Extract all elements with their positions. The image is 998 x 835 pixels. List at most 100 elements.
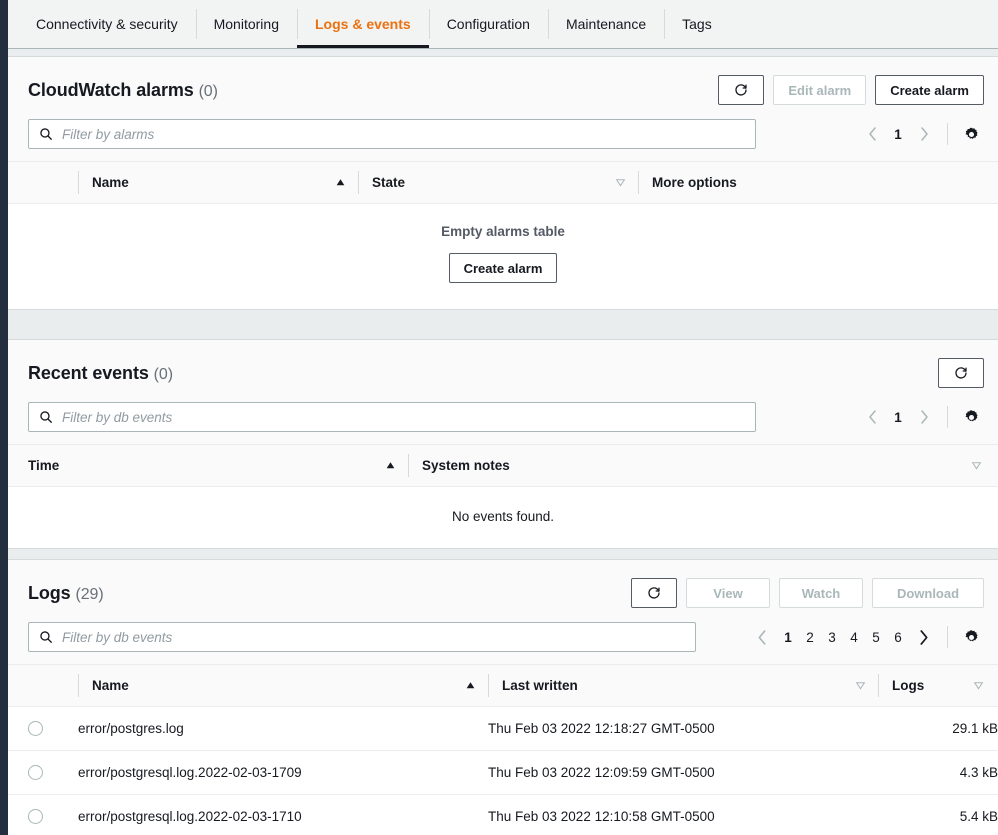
tab-monitoring[interactable]: Monitoring [196, 0, 297, 48]
logs-select-header [8, 665, 78, 707]
sort-ascending-icon [465, 680, 476, 691]
alarms-table: Name State [8, 161, 998, 204]
log-select-radio[interactable] [28, 765, 43, 780]
logs-title: Logs (29) [28, 583, 104, 604]
table-row[interactable]: error/postgresql.log.2022-02-03-1710Thu … [8, 795, 998, 835]
alarms-empty-create-button[interactable]: Create alarm [449, 253, 558, 283]
tab-logs-events[interactable]: Logs & events [297, 0, 429, 48]
alarms-refresh-button[interactable] [718, 75, 764, 105]
log-row-select-cell [8, 795, 78, 835]
logs-filter-input[interactable] [62, 630, 695, 645]
alarms-prev-page-button[interactable] [859, 120, 885, 148]
tab-bar-divider [8, 48, 998, 49]
logs-actions: View Watch Download [631, 578, 984, 608]
table-row[interactable]: error/postgres.logThu Feb 03 2022 12:18:… [8, 707, 998, 751]
events-header: Recent events (0) [8, 340, 998, 392]
logs-page-6[interactable]: 6 [887, 623, 909, 651]
sort-descending-icon [973, 680, 984, 691]
logs-col-name[interactable]: Name [78, 665, 488, 707]
chevron-left-icon [868, 410, 877, 424]
events-page-1[interactable]: 1 [887, 403, 909, 431]
logs-page-4[interactable]: 4 [843, 623, 865, 651]
tab-connectivity-security[interactable]: Connectivity & security [18, 0, 196, 48]
logs-next-page-button[interactable] [911, 623, 937, 651]
alarms-col-name-label: Name [92, 175, 129, 190]
log-name-cell: error/postgresql.log.2022-02-03-1710 [78, 795, 488, 835]
edit-alarm-button[interactable]: Edit alarm [773, 75, 866, 105]
logs-count: (29) [76, 586, 104, 603]
events-col-system-notes[interactable]: System notes [408, 445, 998, 487]
events-actions [938, 358, 984, 388]
chevron-right-icon [920, 127, 929, 141]
refresh-icon [646, 585, 662, 601]
alarms-col-name[interactable]: Name [78, 162, 358, 204]
logs-view-button[interactable]: View [686, 578, 770, 608]
gear-icon [963, 409, 980, 426]
alarms-col-state[interactable]: State [358, 162, 638, 204]
logs-refresh-button[interactable] [631, 578, 677, 608]
alarms-select-header [8, 162, 78, 204]
log-last-written-cell: Thu Feb 03 2022 12:18:27 GMT-0500 [488, 707, 878, 751]
alarms-pagination: 1 [859, 120, 984, 148]
sort-descending-icon [971, 460, 982, 471]
alarms-page-1[interactable]: 1 [887, 120, 909, 148]
refresh-icon [953, 365, 969, 381]
logs-download-button[interactable]: Download [872, 578, 984, 608]
alarms-col-state-label: State [372, 175, 405, 190]
events-col-time[interactable]: Time [8, 445, 408, 487]
logs-watch-button[interactable]: Watch [779, 578, 863, 608]
search-icon [39, 410, 53, 424]
alarms-filter-input[interactable] [62, 127, 755, 142]
search-icon [39, 127, 53, 141]
alarms-empty-title: Empty alarms table [8, 224, 998, 239]
logs-title-text: Logs [28, 583, 71, 603]
logs-page-1[interactable]: 1 [777, 623, 799, 651]
logs-table-header-row: Name Last written [8, 665, 998, 707]
alarms-next-page-button[interactable] [911, 120, 937, 148]
alarms-col-more-options[interactable]: More options [638, 162, 998, 204]
log-select-radio[interactable] [28, 809, 43, 824]
tab-maintenance[interactable]: Maintenance [548, 0, 664, 48]
tab-configuration[interactable]: Configuration [429, 0, 548, 48]
chevron-left-icon [868, 127, 877, 141]
alarms-title: CloudWatch alarms (0) [28, 80, 218, 101]
events-next-page-button[interactable] [911, 403, 937, 431]
logs-col-logs[interactable]: Logs [878, 665, 998, 707]
logs-page-5[interactable]: 5 [865, 623, 887, 651]
events-pagination: 1 [859, 403, 984, 431]
log-size-cell: 29.1 kB [878, 707, 998, 751]
logs-page-3[interactable]: 3 [821, 623, 843, 651]
logs-pager-divider [947, 626, 948, 648]
alarms-search-box[interactable] [28, 119, 756, 149]
page-root: Connectivity & securityMonitoringLogs & … [0, 0, 998, 835]
events-refresh-button[interactable] [938, 358, 984, 388]
logs-pagination: 123456 [749, 623, 984, 651]
create-alarm-button[interactable]: Create alarm [875, 75, 984, 105]
events-filter-input[interactable] [62, 410, 755, 425]
logs-panel: Logs (29) View Watch Download [8, 559, 998, 835]
alarms-count: (0) [199, 83, 218, 100]
logs-page-2[interactable]: 2 [799, 623, 821, 651]
chevron-right-icon [920, 410, 929, 424]
events-col-system-notes-label: System notes [422, 458, 510, 473]
alarms-empty-state: Empty alarms table Create alarm [8, 204, 998, 309]
tab-tags[interactable]: Tags [664, 0, 730, 48]
events-count: (0) [154, 366, 173, 383]
logs-prev-page-button[interactable] [749, 623, 775, 651]
log-select-radio[interactable] [28, 721, 43, 736]
sort-ascending-icon [335, 177, 346, 188]
alarms-settings-button[interactable] [958, 121, 984, 147]
tab-bar: Connectivity & securityMonitoringLogs & … [8, 0, 998, 49]
tab-list: Connectivity & securityMonitoringLogs & … [8, 0, 998, 48]
logs-search-box[interactable] [28, 622, 696, 652]
logs-col-last-written[interactable]: Last written [488, 665, 878, 707]
sort-descending-icon [615, 177, 626, 188]
log-row-select-cell [8, 707, 78, 751]
logs-settings-button[interactable] [958, 624, 984, 650]
table-row[interactable]: error/postgresql.log.2022-02-03-1709Thu … [8, 751, 998, 795]
log-row-select-cell [8, 751, 78, 795]
events-settings-button[interactable] [958, 404, 984, 430]
alarms-filter-row: 1 [8, 109, 998, 161]
events-search-box[interactable] [28, 402, 756, 432]
events-prev-page-button[interactable] [859, 403, 885, 431]
